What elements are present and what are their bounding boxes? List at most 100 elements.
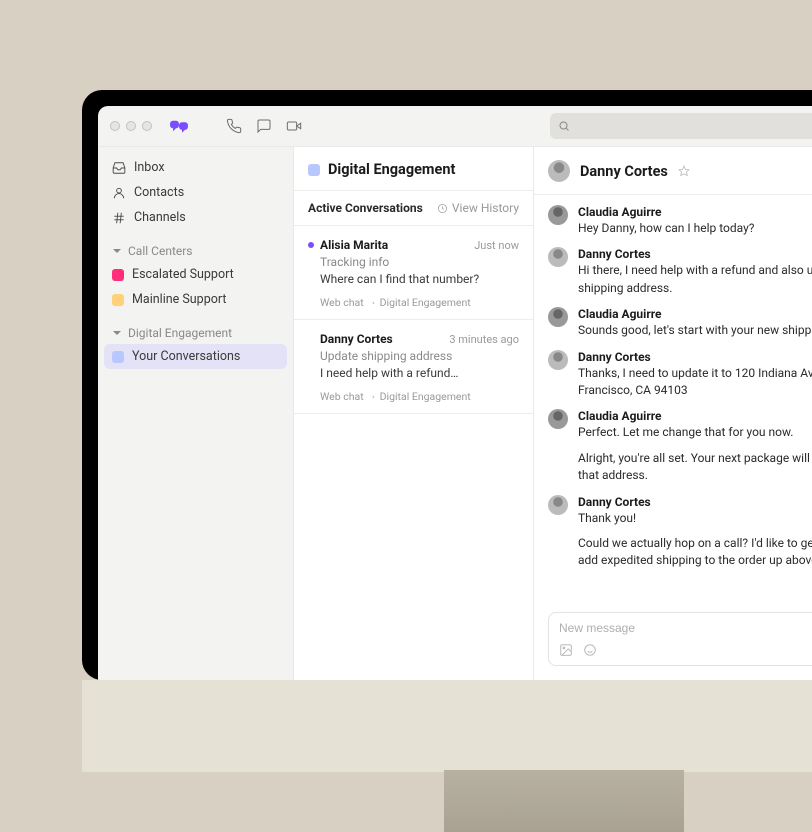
message: Claudia Aguirre Sounds good, let's start… <box>548 307 812 339</box>
contacts-icon <box>112 186 126 200</box>
channel-title: Digital Engagement <box>328 161 455 178</box>
message-text: Perfect. Let me change that for you now. <box>578 424 812 441</box>
swatch-icon <box>112 294 124 306</box>
inbox-icon <box>112 161 126 175</box>
message-author: Claudia Aguirre <box>578 205 812 219</box>
toolbar-icons <box>226 118 302 134</box>
section-call-centers[interactable]: Call Centers <box>104 238 287 262</box>
video-icon[interactable] <box>286 118 302 134</box>
nav-escalated-label: Escalated Support <box>132 267 234 282</box>
arrow-right-icon <box>368 393 376 401</box>
window-controls <box>110 121 152 131</box>
window-close-icon[interactable] <box>110 121 120 131</box>
monitor-chin <box>82 680 812 772</box>
message-composer[interactable] <box>548 612 812 666</box>
image-icon[interactable] <box>559 643 573 657</box>
message-text: Could we actually hop on a call? I'd lik… <box>578 535 812 570</box>
conversation-meta: Web chat Digital Engagement <box>320 390 519 403</box>
sidebar: Inbox Contacts Channels Call Centers Esc… <box>98 147 294 680</box>
nav-contacts[interactable]: Contacts <box>104 180 287 205</box>
conversation-time: 3 minutes ago <box>449 333 519 346</box>
section-call-centers-label: Call Centers <box>128 244 193 258</box>
history-icon <box>437 203 448 214</box>
arrow-right-icon <box>368 299 376 307</box>
active-conversations-label: Active Conversations <box>308 201 423 215</box>
avatar <box>548 495 568 515</box>
nav-your-conversations[interactable]: Your Conversations <box>104 344 287 369</box>
avatar <box>548 247 568 267</box>
search-input[interactable] <box>576 119 812 133</box>
nav-mainline-label: Mainline Support <box>132 292 226 307</box>
search-box[interactable] <box>550 113 812 139</box>
message: Danny Cortes Hi there, I need help with … <box>548 247 812 297</box>
conversations-column: Digital Engagement Active Conversations … <box>294 147 534 680</box>
section-digital-engagement[interactable]: Digital Engagement <box>104 320 287 344</box>
avatar <box>548 409 568 429</box>
chevron-down-icon <box>112 246 122 256</box>
message-list: Claudia Aguirre Hey Danny, how can I hel… <box>534 195 812 606</box>
conversations-subheader: Active Conversations View History <box>294 191 533 226</box>
main-layout: Inbox Contacts Channels Call Centers Esc… <box>98 146 812 680</box>
message-author: Danny Cortes <box>578 495 812 509</box>
view-history-button[interactable]: View History <box>437 201 519 215</box>
message-author: Claudia Aguirre <box>578 409 812 423</box>
titlebar <box>98 106 812 146</box>
view-history-label: View History <box>452 201 519 215</box>
search-icon <box>558 120 570 132</box>
message: Claudia Aguirre Hey Danny, how can I hel… <box>548 205 812 237</box>
avatar <box>548 205 568 225</box>
conversation-time: Just now <box>474 239 519 252</box>
nav-escalated-support[interactable]: Escalated Support <box>104 262 287 287</box>
conversation-subject: Update shipping address <box>320 349 519 363</box>
unread-dot-icon <box>308 242 314 248</box>
conversation-detail: Danny Cortes Claudia Aguirre Hey Danny, … <box>534 147 812 680</box>
avatar <box>548 307 568 327</box>
nav-your-conv-label: Your Conversations <box>132 349 240 364</box>
message-text: Thank you! <box>578 510 812 527</box>
window-zoom-icon[interactable] <box>142 121 152 131</box>
monitor-frame: Inbox Contacts Channels Call Centers Esc… <box>82 90 812 680</box>
conversation-subject: Tracking info <box>320 255 519 269</box>
window-minimize-icon[interactable] <box>126 121 136 131</box>
contact-avatar <box>548 160 570 182</box>
channel-swatch-icon <box>308 164 320 176</box>
emoji-icon[interactable] <box>583 643 597 657</box>
conversation-meta: Web chat Digital Engagement <box>320 296 519 309</box>
composer-tools <box>559 643 812 657</box>
conversation-item[interactable]: Alisia Marita Just now Tracking info Whe… <box>294 226 533 320</box>
message: Danny Cortes Thanks, I need to update it… <box>548 350 812 400</box>
contact-name: Danny Cortes <box>580 163 668 180</box>
nav-inbox-label: Inbox <box>134 160 165 175</box>
message-text: Thanks, I need to update it to 120 India… <box>578 365 812 400</box>
nav-inbox[interactable]: Inbox <box>104 155 287 180</box>
message-text: Sounds good, let's start with your new s… <box>578 322 812 339</box>
star-icon[interactable] <box>678 165 690 177</box>
swatch-icon <box>112 269 124 281</box>
chat-icon[interactable] <box>256 118 272 134</box>
app-window: Inbox Contacts Channels Call Centers Esc… <box>98 106 812 680</box>
message-text: Hi there, I need help with a refund and … <box>578 262 812 297</box>
conversation-name: Danny Cortes <box>320 332 393 346</box>
avatar <box>548 350 568 370</box>
monitor-stand <box>444 770 684 832</box>
phone-icon[interactable] <box>226 118 242 134</box>
message: Claudia Aguirre Perfect. Let me change t… <box>548 409 812 484</box>
message-author: Claudia Aguirre <box>578 307 812 321</box>
hash-icon <box>112 211 126 225</box>
conversation-preview: Where can I find that number? <box>320 272 519 286</box>
nav-channels[interactable]: Channels <box>104 205 287 230</box>
conversation-name: Alisia Marita <box>320 238 388 252</box>
nav-mainline-support[interactable]: Mainline Support <box>104 287 287 312</box>
swatch-icon <box>112 351 124 363</box>
message-author: Danny Cortes <box>578 350 812 364</box>
nav-channels-label: Channels <box>134 210 186 225</box>
message-text: Alright, you're all set. Your next packa… <box>578 450 812 485</box>
chevron-down-icon <box>112 328 122 338</box>
conversation-item[interactable]: Danny Cortes 3 minutes ago Update shippi… <box>294 320 533 414</box>
section-digital-label: Digital Engagement <box>128 326 232 340</box>
conversation-preview: I need help with a refund… <box>320 366 519 380</box>
contact-header: Danny Cortes <box>534 147 812 195</box>
composer-input[interactable] <box>559 621 812 635</box>
message-text: Hey Danny, how can I help today? <box>578 220 812 237</box>
nav-contacts-label: Contacts <box>134 185 184 200</box>
